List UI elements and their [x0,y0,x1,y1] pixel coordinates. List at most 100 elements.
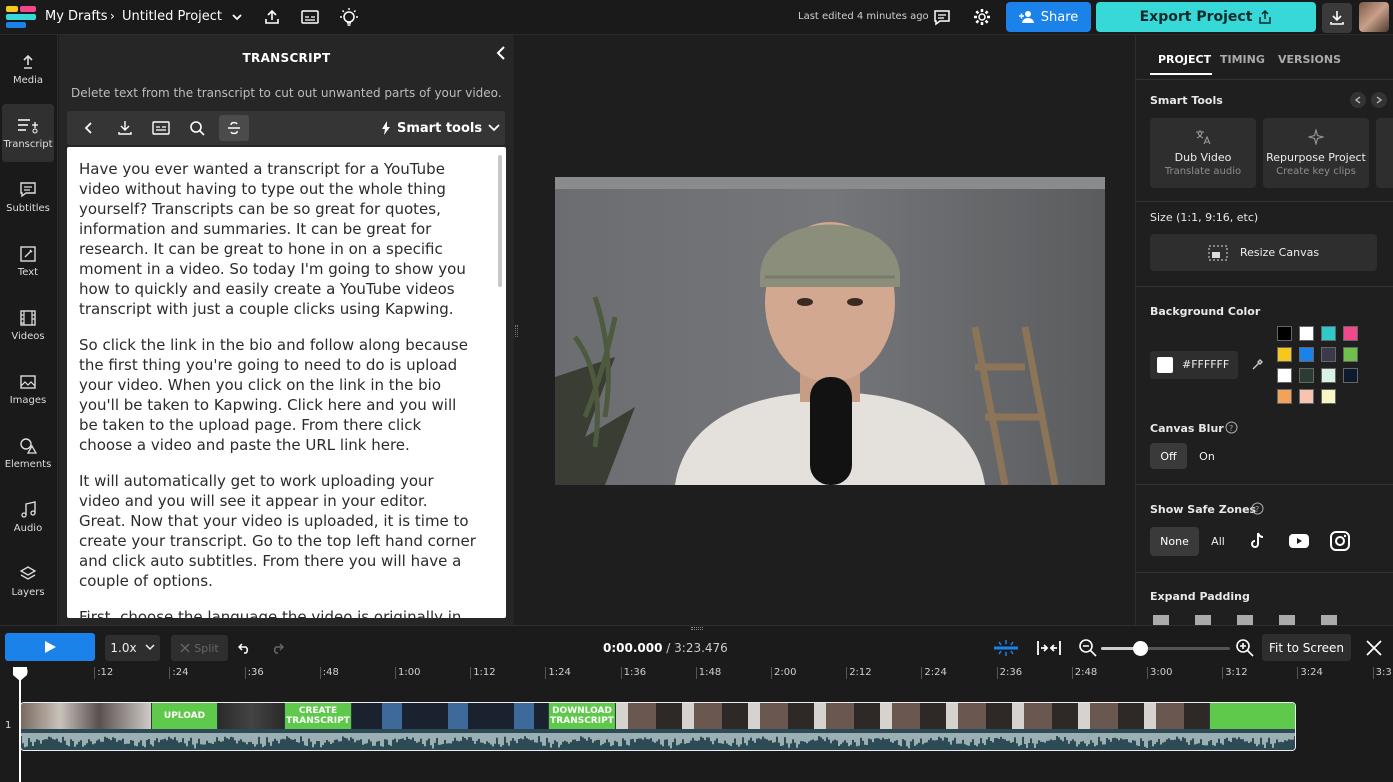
user-avatar[interactable] [1359,2,1389,32]
transcript-paragraph[interactable]: It will automatically get to work upload… [79,471,478,591]
padding-left-icon[interactable] [1279,615,1295,625]
more-tool-card[interactable] [1376,118,1393,188]
comment-icon[interactable] [933,9,951,26]
kapwing-logo[interactable] [6,6,36,28]
safe-zone-none-button[interactable]: None [1150,527,1199,556]
zoom-in-icon[interactable] [1236,639,1254,657]
undo-icon[interactable] [238,642,252,654]
tab-versions[interactable]: VERSIONS [1278,53,1341,66]
tab-timing[interactable]: TIMING [1220,53,1265,66]
transcript-scrollbar[interactable] [498,155,502,287]
instagram-icon[interactable] [1330,531,1350,551]
scroll-left-button[interactable] [1350,92,1366,108]
padding-top-icon[interactable] [1153,615,1169,625]
playback-speed-dropdown[interactable]: 1.0x [105,635,160,661]
color-swatch[interactable] [1321,389,1336,404]
play-button[interactable] [5,633,95,661]
scroll-right-button[interactable] [1371,92,1387,108]
fit-width-icon[interactable] [1036,639,1062,657]
nav-item-elements[interactable]: Elements [0,424,56,482]
nav-item-layers[interactable]: Layers [0,552,56,610]
color-swatch[interactable] [1277,326,1292,341]
help-icon[interactable]: ? [1251,502,1264,515]
color-hex-input[interactable]: #FFFFFF [1150,351,1238,379]
timeline-resize-handle[interactable] [691,627,703,630]
video-track[interactable]: UPLOAD CREATE TRANSCRIPT DOWNLOAD TRANSC… [20,702,1296,751]
nav-item-transcript[interactable]: Transcript [2,104,54,162]
close-icon[interactable] [1366,640,1382,656]
zoom-slider-thumb[interactable] [1132,641,1148,656]
padding-bottom-icon[interactable] [1237,615,1253,625]
padding-right-icon[interactable] [1195,615,1211,625]
strikethrough-button[interactable] [219,115,249,141]
fit-to-screen-button[interactable]: Fit to Screen [1262,634,1351,661]
eyedropper-icon[interactable] [1252,358,1264,370]
chevron-down-icon[interactable] [231,11,243,23]
color-swatch[interactable] [1299,326,1314,341]
color-swatch[interactable] [1343,368,1358,383]
video-preview[interactable] [555,177,1105,485]
export-project-button[interactable]: Export Project [1096,2,1316,32]
help-icon[interactable]: ? [1225,421,1238,434]
shapes-icon [20,437,37,454]
snap-icon[interactable] [993,639,1019,657]
back-button[interactable] [75,115,103,141]
blur-on-button[interactable]: On [1192,443,1222,469]
smart-tools-dropdown[interactable]: Smart tools [381,118,500,138]
ruler-tick [395,667,396,679]
lightbulb-icon[interactable] [339,7,359,27]
color-swatch[interactable] [1321,326,1336,341]
nav-item-audio[interactable]: Audio [0,488,56,546]
captions-icon[interactable] [301,9,319,25]
transcript-paragraph[interactable]: So click the link in the bio and follow … [79,335,478,455]
panel-resize-handle[interactable] [515,325,518,337]
download-button[interactable] [1322,3,1352,33]
tab-project[interactable]: PROJECT [1158,53,1211,66]
repurpose-project-card[interactable]: Repurpose Project Create key clips [1263,118,1369,188]
gear-icon[interactable] [973,8,991,26]
safe-zone-all-button[interactable]: All [1204,527,1232,556]
blur-off-button[interactable]: Off [1150,443,1187,469]
transcript-text-editor[interactable]: Have you ever wanted a transcript for a … [67,147,506,618]
split-label: Split [194,641,219,655]
zoom-out-icon[interactable] [1079,639,1097,657]
color-swatch[interactable] [1299,389,1314,404]
color-swatch[interactable] [1277,368,1292,383]
padding-all-icon[interactable] [1321,615,1337,625]
playhead[interactable] [19,668,21,782]
split-button[interactable]: Split [171,635,228,661]
transcript-paragraph[interactable]: Have you ever wanted a transcript for a … [79,159,478,319]
nav-item-videos[interactable]: Videos [0,296,56,354]
share-button[interactable]: Share [1006,2,1091,32]
color-swatch[interactable] [1277,389,1292,404]
color-swatch[interactable] [1277,347,1292,362]
color-swatch[interactable] [1299,347,1314,362]
breadcrumb-root[interactable]: My Drafts [45,9,108,24]
upload-icon[interactable] [263,8,281,26]
nav-item-text[interactable]: Text [0,232,56,290]
color-swatch[interactable] [1321,347,1336,362]
upload-icon [23,54,33,69]
redo-icon[interactable] [270,642,284,654]
film-icon [20,309,36,326]
youtube-icon[interactable] [1288,533,1310,549]
project-title[interactable]: Untitled Project [122,9,222,24]
resize-canvas-button[interactable]: Resize Canvas [1150,234,1377,271]
captions-button[interactable] [147,115,175,141]
download-transcript-button[interactable] [111,115,139,141]
search-button[interactable] [183,115,211,141]
playhead-handle[interactable] [12,666,28,682]
nav-label: Images [9,394,47,406]
transcript-paragraph[interactable]: First, choose the language the video is … [79,607,478,618]
color-swatch[interactable] [1343,347,1358,362]
dub-video-card[interactable]: Dub Video Translate audio [1150,118,1256,188]
color-swatch[interactable] [1299,368,1314,383]
nav-item-images[interactable]: Images [0,360,56,418]
nav-item-subtitles[interactable]: Subtitles [0,168,56,226]
collapse-chevron-icon[interactable] [495,46,507,60]
zoom-slider[interactable] [1101,641,1230,656]
color-swatch[interactable] [1343,326,1358,341]
color-swatch[interactable] [1321,368,1336,383]
tiktok-icon[interactable] [1247,531,1267,551]
nav-item-media[interactable]: Media [0,40,56,98]
